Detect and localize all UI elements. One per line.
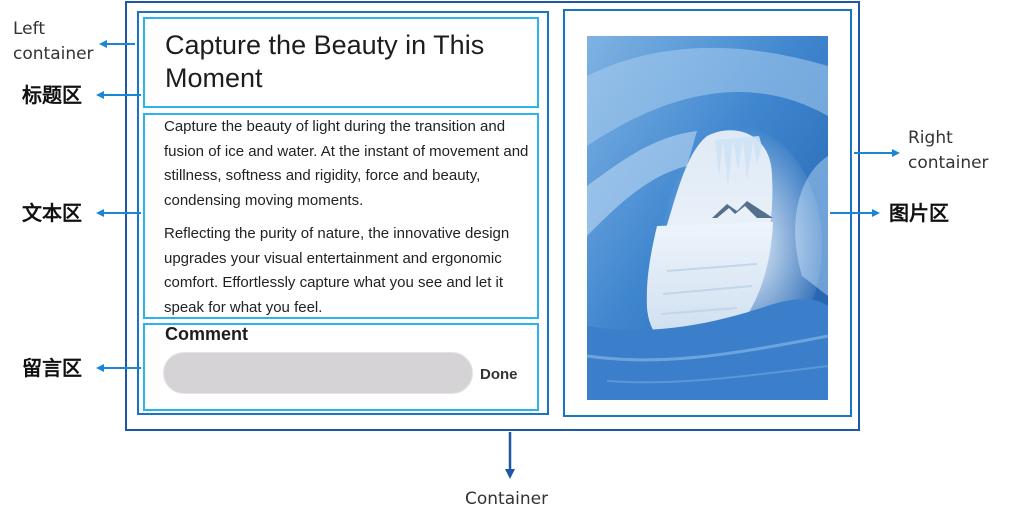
body-paragraph-1: Capture the beauty of light during the t…	[164, 118, 529, 209]
body-paragraph-2: Reflecting the purity of nature, the inn…	[164, 225, 510, 316]
done-button[interactable]: Done	[480, 366, 518, 383]
body-text: Capture the beauty of light during the t…	[164, 115, 536, 329]
label-left-container: Left container	[13, 19, 94, 64]
label-picture-area: 图片区	[889, 201, 949, 225]
label-container: Container	[465, 489, 549, 509]
label-comment-area: 留言区	[22, 356, 82, 380]
label-right-container: Right container	[908, 128, 989, 173]
ice-cave-image	[587, 36, 828, 400]
comment-label: Comment	[165, 324, 249, 344]
comment-input[interactable]	[163, 352, 473, 394]
page-title: Capture the Beauty in This Moment	[165, 30, 485, 93]
label-text-area: 文本区	[22, 201, 82, 225]
label-title-area: 标题区	[22, 83, 82, 107]
